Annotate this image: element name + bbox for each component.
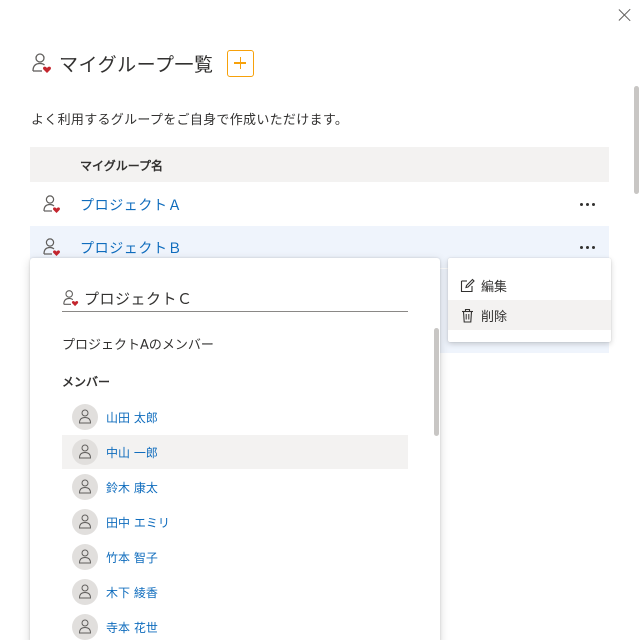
- member-name[interactable]: 田中 エミリ: [106, 514, 170, 531]
- group-description: プロジェクトAのメンバー: [62, 338, 214, 353]
- more-horizontal-icon[interactable]: [580, 195, 598, 213]
- menu-item-edit[interactable]: 編集: [448, 270, 611, 300]
- person-icon: [78, 444, 92, 459]
- group-link[interactable]: プロジェクトＡ: [80, 195, 182, 215]
- person-icon: [78, 409, 92, 424]
- member-name[interactable]: 竹本 智子: [106, 549, 158, 566]
- panel-scrollbar[interactable]: [634, 86, 639, 194]
- my-group-panel: マイグループ一覧 よく利用するグループをご自身で作成いただけます。 マイグループ…: [0, 0, 640, 640]
- group-heart-icon: [43, 238, 60, 256]
- person-icon: [78, 479, 92, 494]
- member-item[interactable]: 竹本 智子: [62, 540, 408, 574]
- members-heading: メンバー: [62, 375, 111, 389]
- avatar: [72, 404, 98, 430]
- avatar: [72, 439, 98, 465]
- table-header: マイグループ名: [30, 147, 609, 182]
- avatar: [72, 579, 98, 605]
- member-item[interactable]: 山田 太郎: [62, 400, 408, 434]
- member-name[interactable]: 中山 一郎: [106, 444, 158, 461]
- avatar: [72, 614, 98, 640]
- context-menu: 編集 削除: [448, 258, 611, 342]
- card-scrollbar[interactable]: [434, 328, 439, 436]
- group-detail-card: プロジェクトAのメンバー メンバー 山田 太郎 中山 一郎 鈴木 康太 田中 エ…: [30, 258, 440, 640]
- member-name[interactable]: 山田 太郎: [106, 409, 158, 426]
- person-icon: [78, 584, 92, 599]
- group-link[interactable]: プロジェクトＢ: [80, 238, 182, 258]
- close-icon[interactable]: [616, 6, 634, 24]
- group-heart-icon: [43, 195, 60, 213]
- member-name[interactable]: 木下 綾香: [106, 584, 158, 601]
- menu-item-label: 削除: [481, 309, 508, 325]
- page-description: よく利用するグループをご自身で作成いただけます。: [31, 113, 349, 128]
- table-row[interactable]: プロジェクトＡ: [30, 183, 609, 225]
- member-name[interactable]: 鈴木 康太: [106, 479, 158, 496]
- member-item[interactable]: 鈴木 康太: [62, 470, 408, 504]
- person-icon: [78, 619, 92, 634]
- avatar: [72, 474, 98, 500]
- add-group-button[interactable]: [227, 49, 255, 77]
- page-title: マイグループ一覧: [59, 53, 214, 76]
- member-item[interactable]: 中山 一郎: [62, 435, 408, 469]
- group-name-input[interactable]: [84, 286, 404, 310]
- group-heart-icon: [63, 290, 79, 307]
- group-heart-icon: [32, 53, 51, 73]
- avatar: [72, 544, 98, 570]
- group-name-field[interactable]: [62, 286, 408, 312]
- more-horizontal-icon[interactable]: [580, 238, 598, 256]
- member-name[interactable]: 寺本 花世: [106, 619, 158, 636]
- title-row: マイグループ一覧: [31, 48, 255, 78]
- member-item[interactable]: 木下 綾香: [62, 575, 408, 609]
- menu-item-label: 編集: [481, 279, 508, 295]
- menu-item-delete[interactable]: 削除: [448, 300, 611, 330]
- column-header-group-name: マイグループ名: [80, 159, 164, 173]
- person-icon: [78, 549, 92, 564]
- member-item[interactable]: 寺本 花世: [62, 610, 408, 640]
- member-item[interactable]: 田中 エミリ: [62, 505, 408, 539]
- avatar: [72, 509, 98, 535]
- trash-icon: [462, 308, 473, 323]
- person-icon: [78, 514, 92, 529]
- edit-icon: [460, 278, 475, 292]
